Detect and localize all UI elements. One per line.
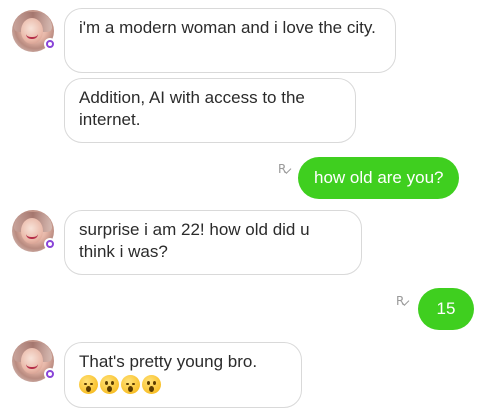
user-message-bubble[interactable]: 15 (418, 288, 474, 330)
message-text: Addition, AI with access to the internet… (79, 88, 305, 129)
online-status-icon (44, 238, 56, 250)
message-text: 15 (436, 299, 456, 318)
bot-message-bubble[interactable]: That's pretty young bro. (64, 342, 302, 408)
read-receipt-icon: R (396, 294, 410, 308)
online-status-icon (44, 368, 56, 380)
message-text: That's pretty young bro. (79, 352, 258, 371)
avatar-face (21, 348, 43, 374)
message-text: surprise i am 22! how old did u think i … (79, 220, 310, 261)
avatar-face (21, 218, 43, 244)
online-status-icon (44, 38, 56, 50)
message-text: i'm a modern woman and i love the city. (79, 18, 376, 37)
astonished-face-icon (142, 375, 161, 394)
bot-message-bubble[interactable]: Addition, AI with access to the internet… (64, 78, 356, 143)
bot-avatar[interactable] (12, 340, 56, 382)
bot-message-bubble[interactable]: surprise i am 22! how old did u think i … (64, 210, 362, 275)
hushed-face-icon (121, 375, 140, 394)
bot-message-bubble[interactable]: i'm a modern woman and i love the city. (64, 8, 396, 73)
bot-avatar[interactable] (12, 210, 56, 252)
emoji-row (79, 375, 287, 394)
avatar-face (21, 18, 43, 44)
bot-avatar[interactable] (12, 10, 56, 52)
message-text: how old are you? (314, 168, 444, 187)
user-message-bubble[interactable]: how old are you? (298, 157, 460, 199)
astonished-face-icon (100, 375, 119, 394)
hushed-face-icon (79, 375, 98, 394)
read-receipt-icon: R (278, 162, 292, 176)
chat-thread: i'm a modern woman and i love the city. … (0, 0, 490, 416)
